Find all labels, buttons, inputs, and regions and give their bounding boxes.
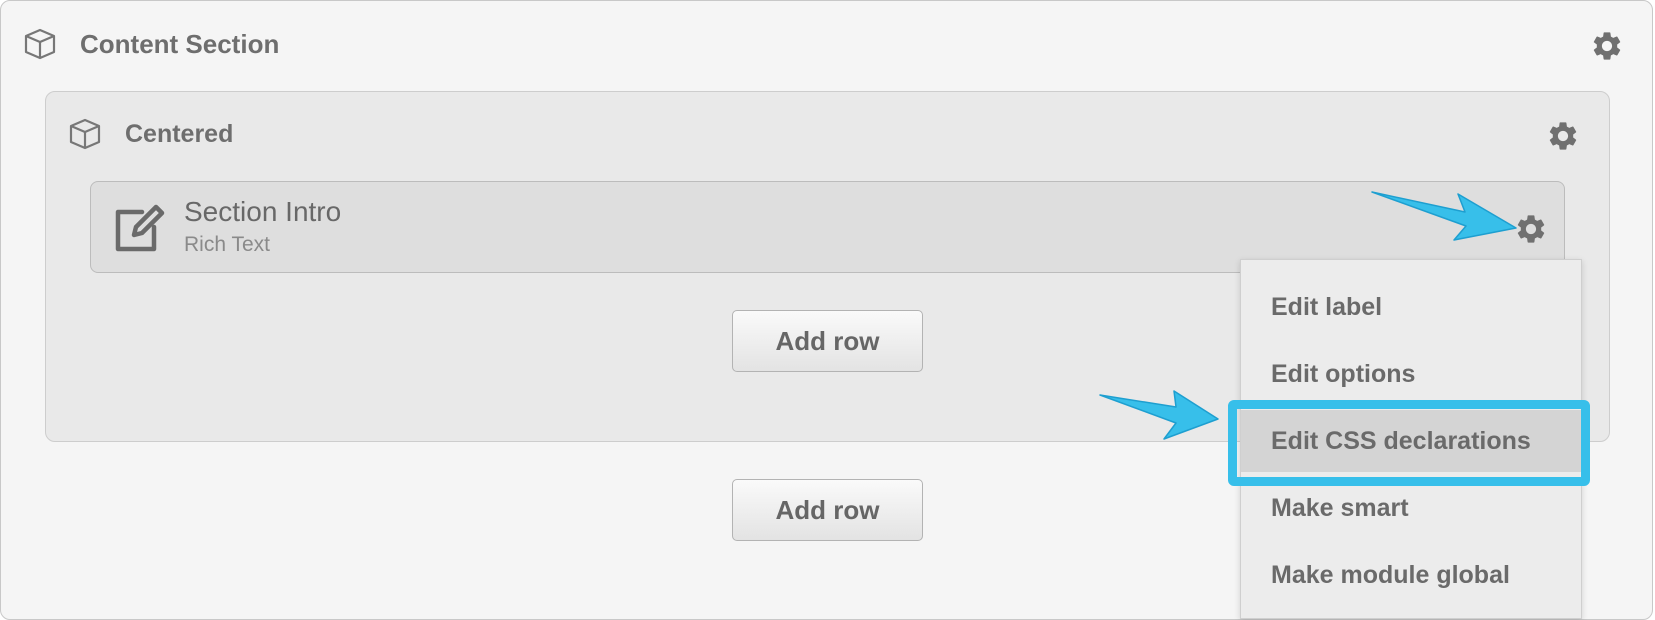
module-context-menu: Edit label Edit options Edit CSS declara… (1240, 259, 1582, 619)
add-row-button-outer[interactable]: Add row (732, 479, 923, 541)
menu-item-make-module-global[interactable]: Make module global (1241, 544, 1581, 606)
cube-icon (23, 27, 57, 61)
section-gear-icon[interactable] (1590, 29, 1624, 63)
menu-item-edit-options[interactable]: Edit options (1241, 343, 1581, 405)
row-cube-icon (68, 117, 102, 151)
row-title: Centered (125, 120, 234, 148)
row-gear-icon[interactable] (1546, 119, 1580, 153)
module-subtitle: Rich Text (184, 233, 270, 256)
menu-item-edit-label[interactable]: Edit label (1241, 276, 1581, 338)
section-title: Content Section (80, 29, 280, 59)
arrow-annotation-menu-item (1099, 390, 1219, 440)
menu-item-make-smart[interactable]: Make smart (1241, 477, 1581, 539)
add-row-button-inner[interactable]: Add row (732, 310, 923, 372)
arrow-annotation-gear (1371, 191, 1517, 241)
module-title: Section Intro (184, 196, 342, 227)
menu-item-edit-css-declarations[interactable]: Edit CSS declarations (1241, 410, 1581, 472)
edit-icon (112, 203, 166, 253)
